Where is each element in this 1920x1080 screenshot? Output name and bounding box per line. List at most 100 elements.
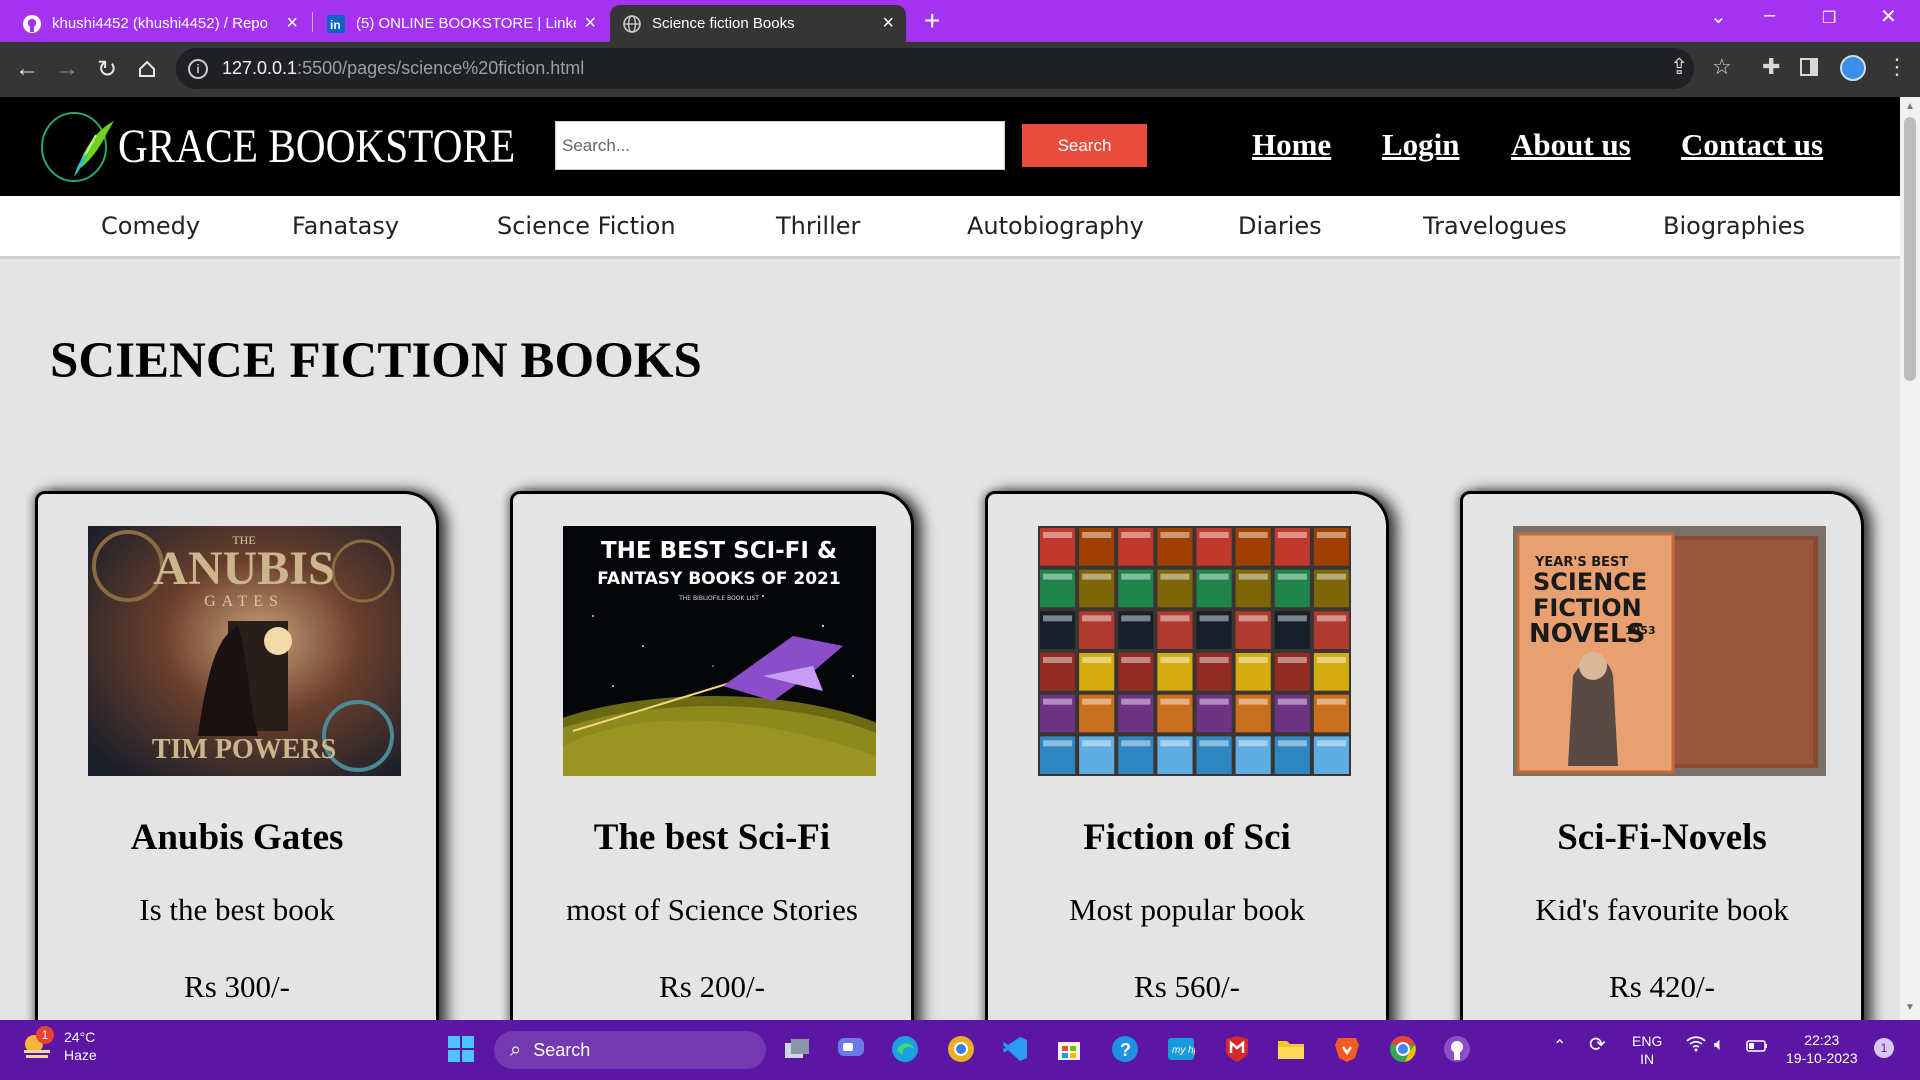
volume-icon[interactable]: 🔈︎ bbox=[1714, 1035, 1725, 1053]
tab-science-fiction[interactable]: Science fiction Books × bbox=[610, 5, 906, 42]
search-icon: ⌕ bbox=[510, 1038, 522, 1061]
linkedin-icon: in bbox=[326, 14, 346, 34]
windows-start-icon[interactable] bbox=[444, 1032, 478, 1066]
site-header: GRACE BOOKSTORE Search Home Login About … bbox=[0, 97, 1900, 196]
forward-arrow-icon[interactable]: → bbox=[50, 52, 84, 86]
tab-title: Science fiction Books bbox=[652, 15, 795, 32]
mcafee-icon[interactable] bbox=[1220, 1032, 1254, 1066]
minimize-icon[interactable]: – bbox=[1764, 4, 1775, 27]
language-indicator[interactable]: ENG IN bbox=[1632, 1032, 1662, 1068]
tab-separator bbox=[312, 12, 313, 32]
battery-icon[interactable] bbox=[1746, 1038, 1768, 1056]
system-clock[interactable]: 22:23 19-10-2023 bbox=[1786, 1031, 1858, 1067]
cover-line-3: FICTION bbox=[1533, 594, 1642, 622]
windows-taskbar: 1 24°C Haze ⌕ Search ? my hp ⌃ ⟳ ENG IN … bbox=[0, 1020, 1920, 1080]
reload-icon[interactable]: ↻ bbox=[90, 52, 124, 86]
page-title: SCIENCE FICTION BOOKS bbox=[50, 333, 702, 389]
category-diaries[interactable]: Diaries bbox=[1238, 212, 1322, 240]
close-icon[interactable]: × bbox=[882, 12, 894, 35]
category-thriller[interactable]: Thriller bbox=[776, 212, 860, 240]
github-desktop-icon[interactable] bbox=[1440, 1032, 1474, 1066]
cover-title-anubis: ANUBIS bbox=[153, 542, 334, 595]
svg-text:?: ? bbox=[1120, 1040, 1131, 1060]
nav-about-link[interactable]: About us bbox=[1511, 127, 1631, 163]
address-bar[interactable]: i 127.0.0.1:5500/pages/science%20fiction… bbox=[176, 48, 1694, 89]
cover-subtitle-gates: GATES bbox=[204, 593, 284, 610]
close-icon[interactable]: × bbox=[584, 12, 596, 35]
category-bar: Comedy Fanatasy Science Fiction Thriller… bbox=[0, 196, 1900, 259]
chrome-canary-icon[interactable] bbox=[944, 1032, 978, 1066]
cover-line-1: THE BEST SCI-FI & bbox=[601, 538, 837, 564]
cover-author: TIM POWERS bbox=[152, 734, 336, 765]
weather-temperature: 24°C bbox=[64, 1029, 96, 1045]
weather-widget[interactable]: 1 24°C Haze bbox=[20, 1026, 97, 1064]
site-info-icon[interactable]: i bbox=[188, 58, 208, 79]
file-explorer-icon[interactable] bbox=[1274, 1032, 1308, 1066]
taskbar-search-label: Search bbox=[533, 1039, 591, 1060]
menu-dots-icon[interactable]: ⋮ bbox=[1886, 54, 1908, 80]
vscode-icon[interactable] bbox=[998, 1032, 1032, 1066]
extensions-puzzle-icon[interactable]: ✚ bbox=[1762, 54, 1780, 80]
chat-icon[interactable] bbox=[834, 1032, 868, 1066]
book-card[interactable]: THE BEST SCI-FI & FANTASY BOOKS OF 2021 … bbox=[510, 491, 914, 1051]
share-icon[interactable]: ⇪ bbox=[1670, 54, 1688, 80]
book-title: Sci-Fi-Novels bbox=[1557, 817, 1767, 858]
nav-login-link[interactable]: Login bbox=[1382, 127, 1460, 163]
restore-icon[interactable]: ❐ bbox=[1822, 8, 1836, 28]
scrollbar-thumb[interactable] bbox=[1904, 117, 1916, 381]
show-hidden-icons-chevron[interactable]: ⌃ bbox=[1553, 1038, 1566, 1056]
back-arrow-icon[interactable]: ← bbox=[10, 52, 44, 86]
browser-toolbar: ← → ↻ i 127.0.0.1:5500/pages/science%20f… bbox=[0, 42, 1920, 97]
hp-smart-icon[interactable]: my hp bbox=[1164, 1032, 1198, 1066]
logo-feather-icon bbox=[41, 112, 114, 182]
tab-linkedin[interactable]: in (5) ONLINE BOOKSTORE | Linked × bbox=[314, 5, 608, 42]
book-card[interactable]: Fiction of Sci Most popular book Rs 560/… bbox=[985, 491, 1389, 1051]
category-autobiography[interactable]: Autobiography bbox=[967, 212, 1144, 240]
category-science-fiction[interactable]: Science Fiction bbox=[497, 212, 676, 240]
notification-badge[interactable]: 1 bbox=[1874, 1038, 1894, 1058]
microsoft-store-icon[interactable] bbox=[1052, 1032, 1086, 1066]
book-card[interactable]: THE ANUBIS GATES TIM POWERS Anubis Gates… bbox=[35, 491, 439, 1051]
tab-title: (5) ONLINE BOOKSTORE | Linked bbox=[356, 15, 577, 32]
nav-home-link[interactable]: Home bbox=[1252, 127, 1331, 163]
book-cover-image: THE BEST SCI-FI & FANTASY BOOKS OF 2021 … bbox=[563, 526, 876, 776]
tab-github[interactable]: khushi4452 (khushi4452) / Repo × bbox=[10, 5, 310, 42]
clock-date: 19-10-2023 bbox=[1786, 1050, 1858, 1066]
tab-search-chevron-icon[interactable]: ⌄ bbox=[1710, 4, 1727, 29]
wifi-icon[interactable] bbox=[1686, 1036, 1706, 1055]
region-code: IN bbox=[1640, 1051, 1655, 1067]
close-window-icon[interactable]: ✕ bbox=[1880, 4, 1897, 29]
home-icon[interactable] bbox=[130, 52, 164, 86]
cover-line-2: FANTASY BOOKS OF 2021 bbox=[597, 569, 840, 589]
book-card[interactable]: YEAR'S BEST SCIENCE FICTION NOVELS 1953 … bbox=[1460, 491, 1864, 1051]
new-tab-plus-icon[interactable]: + bbox=[924, 5, 940, 37]
scroll-up-arrow-icon[interactable]: ▲ bbox=[1905, 101, 1915, 112]
tab-title: khushi4452 (khushi4452) / Repo bbox=[52, 15, 268, 32]
side-panel-icon[interactable] bbox=[1800, 56, 1818, 82]
scroll-down-arrow-icon[interactable]: ▼ bbox=[1905, 1002, 1915, 1013]
bookmark-star-icon[interactable]: ☆ bbox=[1712, 54, 1732, 80]
search-input[interactable] bbox=[555, 121, 1005, 170]
weather-badge: 1 bbox=[36, 1026, 54, 1044]
chrome-icon[interactable] bbox=[1386, 1032, 1420, 1066]
sync-icon[interactable]: ⟳ bbox=[1589, 1035, 1606, 1055]
book-price: Rs 420/- bbox=[1609, 969, 1715, 1004]
task-view-icon[interactable] bbox=[780, 1032, 814, 1066]
book-title: The best Sci-Fi bbox=[593, 817, 831, 858]
category-biographies[interactable]: Biographies bbox=[1663, 212, 1805, 240]
close-icon[interactable]: × bbox=[286, 12, 298, 35]
nav-contact-link[interactable]: Contact us bbox=[1681, 127, 1823, 163]
globe-icon bbox=[622, 14, 642, 34]
search-button[interactable]: Search bbox=[1022, 124, 1147, 167]
help-icon[interactable]: ? bbox=[1108, 1032, 1142, 1066]
profile-avatar[interactable] bbox=[1840, 55, 1866, 81]
page-scrollbar[interactable]: ▲ ▼ bbox=[1900, 97, 1920, 1020]
category-comedy[interactable]: Comedy bbox=[101, 212, 200, 240]
edge-browser-icon[interactable] bbox=[888, 1032, 922, 1066]
category-travelogues[interactable]: Travelogues bbox=[1423, 212, 1567, 240]
book-cover-image bbox=[1038, 526, 1351, 776]
book-cover-image: THE ANUBIS GATES TIM POWERS bbox=[88, 526, 401, 776]
category-fantasy[interactable]: Fanatasy bbox=[292, 212, 399, 240]
taskbar-search[interactable]: ⌕ Search bbox=[494, 1031, 766, 1069]
brave-browser-icon[interactable] bbox=[1330, 1032, 1364, 1066]
